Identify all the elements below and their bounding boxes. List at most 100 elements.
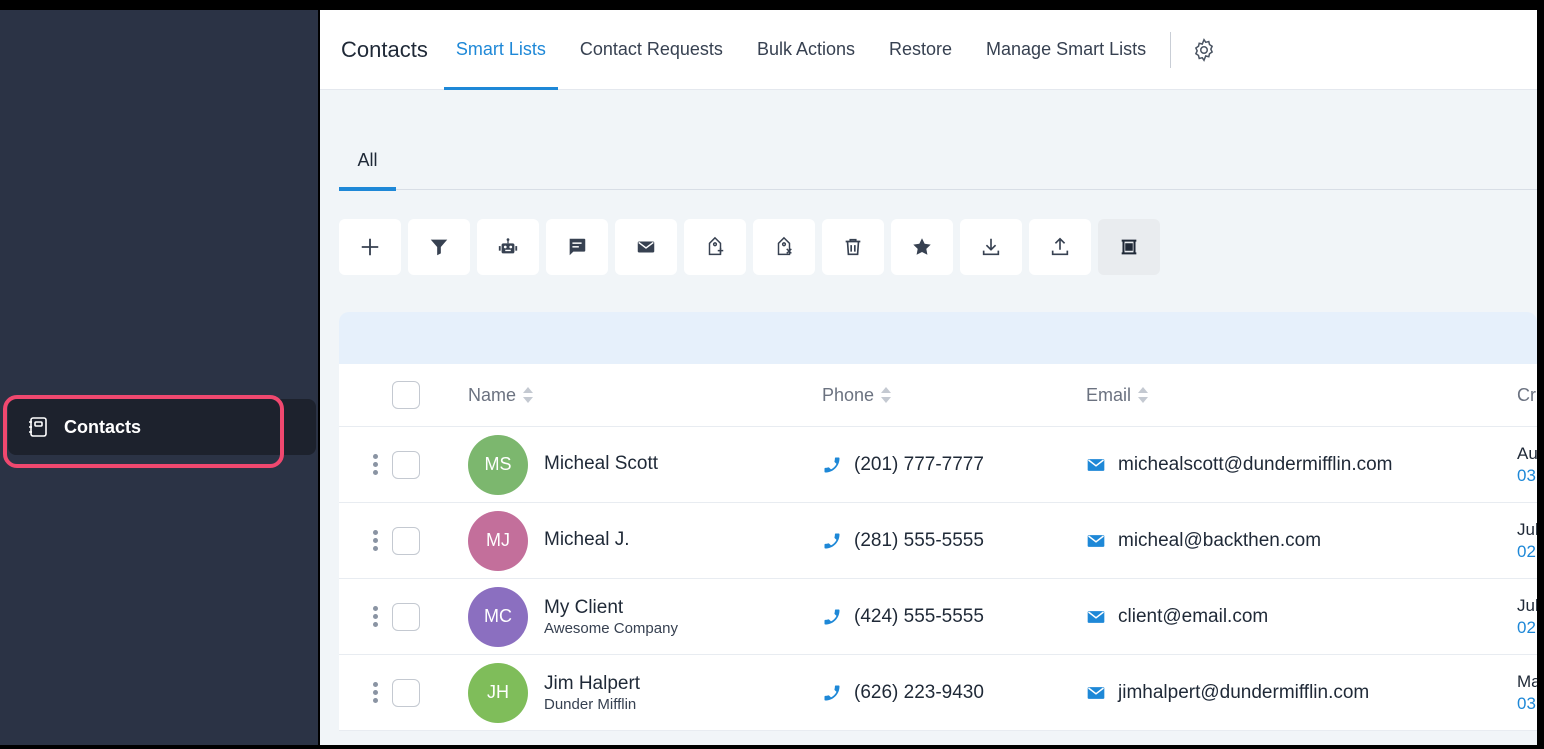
created-cell: Jul 02 [1517, 519, 1537, 563]
add-tag-button[interactable] [684, 219, 746, 275]
sort-icon [523, 387, 534, 403]
divider [1170, 31, 1172, 68]
table-row[interactable]: MC My Client Awesome Company (424) 555-5… [339, 579, 1537, 655]
tab-smart-lists[interactable]: Smart Lists [443, 10, 558, 90]
send-email-button[interactable] [615, 219, 677, 275]
email-address[interactable]: micheal@backthen.com [1118, 530, 1321, 552]
subtabs: All [339, 130, 1537, 191]
avatar: MS [468, 434, 528, 495]
envelope-icon [637, 241, 655, 253]
phone-cell[interactable]: (626) 223-9430 [822, 682, 984, 704]
phone-icon [824, 533, 840, 548]
remove-tag-button[interactable] [753, 219, 815, 275]
column-created[interactable]: Cr [1517, 385, 1536, 406]
filter-button[interactable] [408, 219, 470, 275]
avatar: MJ [468, 510, 528, 571]
created-cell: Au 03 [1517, 443, 1537, 487]
envelope-icon [1087, 534, 1105, 547]
column-name[interactable]: Name [468, 385, 534, 406]
phone-cell[interactable]: (281) 555-5555 [822, 530, 984, 552]
contact-name[interactable]: My Client [544, 597, 678, 619]
gear-icon[interactable] [1191, 37, 1217, 63]
envelope-icon [1087, 686, 1105, 699]
row-checkbox[interactable] [392, 678, 420, 707]
sort-icon [881, 387, 892, 403]
automation-button[interactable] [477, 219, 539, 275]
row-menu-icon[interactable] [372, 453, 378, 477]
tab-restore[interactable]: Restore [889, 10, 952, 90]
plus-icon [361, 238, 379, 256]
phone-number[interactable]: (281) 555-5555 [854, 530, 984, 552]
column-phone[interactable]: Phone [822, 385, 892, 406]
avatar: JH [468, 662, 528, 723]
star-icon [913, 238, 931, 255]
message-icon [569, 238, 586, 256]
contact-company: Awesome Company [544, 619, 678, 637]
tab-bulk-actions[interactable]: Bulk Actions [757, 10, 855, 90]
merge-button[interactable] [1098, 219, 1160, 275]
created-time: 03 [1517, 465, 1536, 485]
phone-cell[interactable]: (201) 777-7777 [822, 454, 984, 476]
send-sms-button[interactable] [546, 219, 608, 275]
contact-name[interactable]: Micheal Scott [544, 453, 658, 475]
top-nav: Contacts Smart Lists Contact Requests Bu… [320, 10, 1537, 90]
add-contact-button[interactable] [339, 219, 401, 275]
export-button[interactable] [1029, 219, 1091, 275]
contact-name[interactable]: Jim Halpert [544, 673, 640, 695]
phone-cell[interactable]: (424) 555-5555 [822, 606, 984, 628]
created-cell: Jul 02 [1517, 595, 1537, 639]
email-address[interactable]: michealscott@dundermifflin.com [1118, 454, 1393, 476]
robot-icon [498, 238, 518, 254]
envelope-icon [1087, 610, 1105, 623]
created-time: 03 [1517, 693, 1536, 713]
row-menu-icon[interactable] [372, 681, 378, 705]
filter-icon [430, 239, 448, 256]
sort-icon [1138, 387, 1149, 403]
table-row[interactable]: JH Jim Halpert Dunder Mifflin (626) 223-… [339, 655, 1537, 731]
table-row[interactable]: MS Micheal Scott (201) 777-7777 micheals… [339, 427, 1537, 503]
row-checkbox[interactable] [392, 602, 420, 631]
tag-add-icon [708, 236, 724, 256]
delete-button[interactable] [822, 219, 884, 275]
avatar: MC [468, 586, 528, 647]
email-cell[interactable]: jimhalpert@dundermifflin.com [1086, 682, 1369, 704]
tab-contact-requests[interactable]: Contact Requests [580, 10, 723, 90]
email-cell[interactable]: client@email.com [1086, 606, 1268, 628]
created-cell: Ma 03 [1517, 671, 1537, 715]
row-menu-icon[interactable] [372, 605, 378, 629]
contact-name[interactable]: Micheal J. [544, 529, 630, 551]
phone-number[interactable]: (424) 555-5555 [854, 606, 984, 628]
envelope-icon [1087, 458, 1105, 471]
tab-manage-smart-lists[interactable]: Manage Smart Lists [986, 10, 1146, 90]
row-checkbox[interactable] [392, 526, 420, 555]
created-date: Ma [1517, 671, 1537, 691]
created-date: Jul [1517, 595, 1537, 615]
contact-name-cell[interactable]: MS Micheal Scott [468, 434, 658, 495]
sidebar [0, 0, 318, 745]
phone-number[interactable]: (201) 777-7777 [854, 454, 984, 476]
row-checkbox[interactable] [392, 450, 420, 479]
contact-company: Dunder Mifflin [544, 695, 637, 713]
email-address[interactable]: client@email.com [1118, 606, 1268, 628]
main-panel: Contacts Smart Lists Contact Requests Bu… [320, 10, 1537, 745]
download-icon [982, 238, 1000, 256]
created-time: 02 [1517, 541, 1536, 561]
phone-icon [824, 609, 840, 624]
email-cell[interactable]: micheal@backthen.com [1086, 530, 1321, 552]
column-email[interactable]: Email [1086, 385, 1149, 406]
email-address[interactable]: jimhalpert@dundermifflin.com [1118, 682, 1369, 704]
review-button[interactable] [891, 219, 953, 275]
contact-name-cell[interactable]: MJ Micheal J. [468, 510, 630, 571]
phone-number[interactable]: (626) 223-9430 [854, 682, 984, 704]
highlight-outline [3, 395, 284, 468]
subtab-all[interactable]: All [339, 130, 396, 191]
select-all-checkbox[interactable] [392, 381, 420, 409]
contact-name-cell[interactable]: JH Jim Halpert Dunder Mifflin [468, 662, 640, 723]
import-button[interactable] [960, 219, 1022, 275]
contact-name-cell[interactable]: MC My Client Awesome Company [468, 586, 678, 647]
table-row[interactable]: MJ Micheal J. (281) 555-5555 micheal@bac… [339, 503, 1537, 579]
email-cell[interactable]: michealscott@dundermifflin.com [1086, 454, 1393, 476]
tag-remove-icon [777, 236, 792, 256]
sidebar-top-strip [0, 0, 318, 10]
row-menu-icon[interactable] [372, 529, 378, 553]
